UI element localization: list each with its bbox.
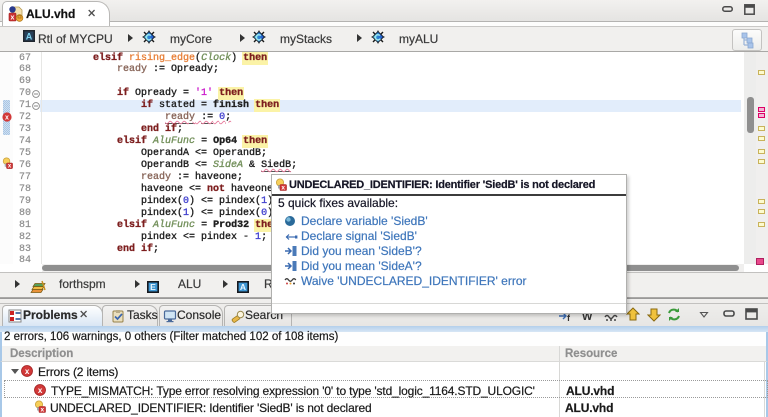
svg-text:x: x	[11, 15, 15, 22]
svg-text:x: x	[38, 386, 43, 395]
svg-text:E: E	[150, 282, 156, 292]
svg-text:f: f	[567, 313, 571, 323]
svg-text:A: A	[240, 282, 246, 292]
svg-text:x: x	[40, 406, 44, 413]
svg-text:x: x	[281, 184, 285, 191]
svg-text:x: x	[5, 115, 9, 122]
svg-text:x: x	[25, 367, 30, 376]
svg-text:A: A	[26, 32, 33, 42]
